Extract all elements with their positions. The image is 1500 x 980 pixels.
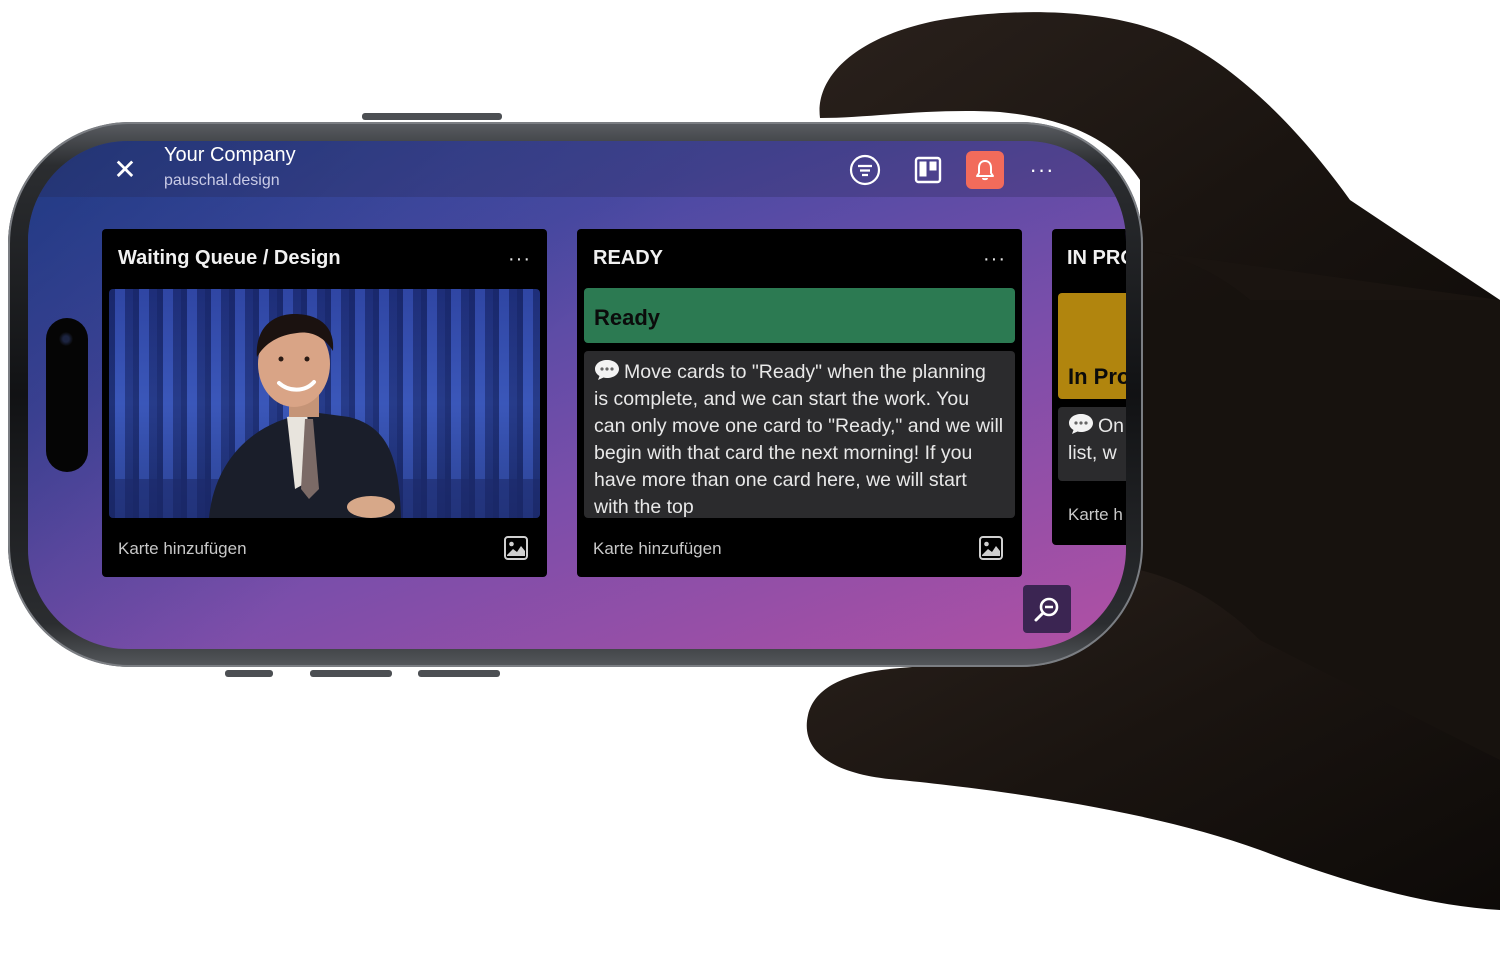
list-title: READY bbox=[593, 247, 664, 269]
label-card[interactable]: In Pro bbox=[1058, 293, 1126, 399]
speech-bubble-icon bbox=[1069, 414, 1093, 434]
zoom-button[interactable] bbox=[1023, 585, 1071, 633]
description-card[interactable]: Move cards to "Ready" when the planning … bbox=[584, 351, 1015, 518]
list-ready: READY ··· Ready Move cards to "Ready" wh… bbox=[577, 229, 1022, 577]
notifications-button[interactable] bbox=[966, 151, 1004, 189]
card-photo bbox=[109, 313, 540, 518]
board-icon bbox=[914, 156, 942, 184]
phone-button bbox=[362, 113, 502, 120]
camera-icon bbox=[59, 332, 73, 346]
speech-bubble-icon bbox=[595, 360, 619, 380]
label-card[interactable]: Ready bbox=[584, 288, 1015, 343]
bell-icon bbox=[976, 160, 994, 181]
workspace-subtitle: pauschal.design bbox=[164, 172, 280, 189]
zoom-out-icon bbox=[1034, 597, 1059, 622]
board-title: Your Company bbox=[164, 144, 296, 166]
list-menu-button[interactable]: ··· bbox=[508, 249, 531, 269]
add-card-button[interactable]: Karte hinzufügen bbox=[118, 539, 247, 559]
add-image-icon[interactable] bbox=[978, 535, 1004, 561]
add-card-button[interactable]: Karte h bbox=[1068, 505, 1123, 525]
board-header: ✕ Your Company pauschal.design ··· bbox=[28, 141, 1126, 197]
phone-button bbox=[225, 670, 273, 677]
list-in-progress: IN PRO In Pro On list, w Karte h bbox=[1052, 229, 1126, 545]
app-screen: ✕ Your Company pauschal.design ··· Waiti… bbox=[28, 141, 1126, 649]
add-card-button[interactable]: Karte hinzufügen bbox=[593, 539, 722, 559]
board-view-button[interactable] bbox=[909, 151, 947, 189]
phone-button bbox=[418, 670, 500, 677]
list-title: IN PRO bbox=[1067, 247, 1126, 269]
filter-button[interactable] bbox=[846, 151, 884, 189]
image-card[interactable] bbox=[109, 289, 540, 518]
add-image-icon[interactable] bbox=[503, 535, 529, 561]
list-waiting-queue: Waiting Queue / Design ··· Karte hinzufü… bbox=[102, 229, 547, 577]
card-description-line1: On bbox=[1098, 415, 1125, 437]
list-menu-button[interactable]: ··· bbox=[983, 249, 1006, 269]
close-icon[interactable]: ✕ bbox=[108, 153, 142, 187]
description-card[interactable]: On list, w bbox=[1058, 407, 1126, 481]
card-label: Ready bbox=[594, 305, 661, 330]
list-title: Waiting Queue / Design bbox=[118, 247, 341, 269]
card-description: Move cards to "Ready" when the planning … bbox=[594, 361, 1004, 518]
more-icon[interactable]: ··· bbox=[1023, 151, 1061, 189]
card-label: In Pro bbox=[1068, 364, 1126, 389]
phone-button bbox=[310, 670, 392, 677]
filter-icon bbox=[849, 154, 881, 186]
dynamic-island bbox=[46, 318, 88, 472]
card-description-line2: list, w bbox=[1068, 442, 1117, 464]
